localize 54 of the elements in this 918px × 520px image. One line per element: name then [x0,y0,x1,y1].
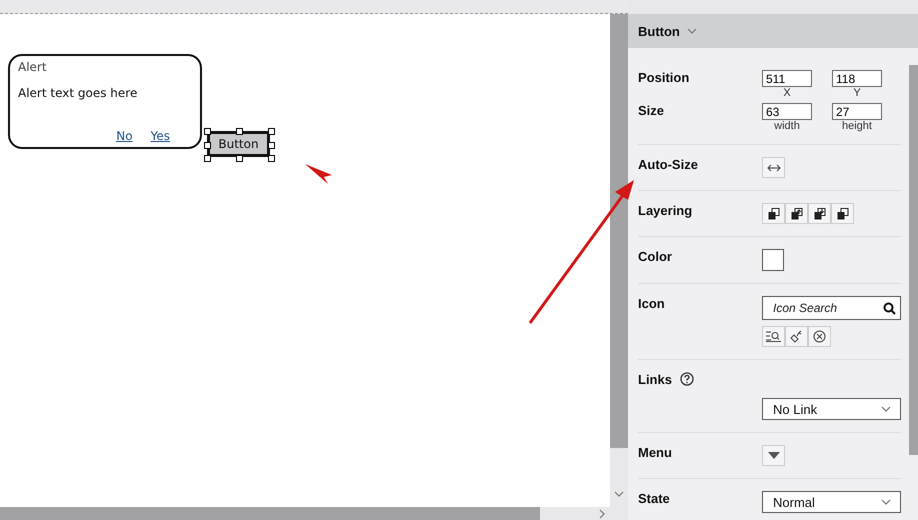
brush-icon [790,330,803,343]
color-swatch[interactable] [762,249,784,271]
resize-handle[interactable] [236,128,243,135]
property-label: Menu [638,445,672,460]
help-icon[interactable] [680,372,694,386]
field-caption: height [842,120,872,132]
circle-x-icon [813,330,826,343]
horizontal-scrollbar[interactable] [0,507,628,520]
alert-title: Alert [18,60,47,74]
number-field[interactable]: 118 [832,70,882,87]
number-field[interactable]: 27 [832,103,882,120]
property-label: Layering [638,203,692,218]
field-caption: width [774,120,800,132]
resize-handle[interactable] [236,155,243,162]
property-label: Position [638,70,690,85]
property-label: Icon [638,296,665,311]
alert-link[interactable]: No [116,129,133,143]
field-caption: X [783,87,791,99]
list-search-icon [766,331,781,342]
layer-order-button[interactable] [831,203,854,224]
panel-scrollbar[interactable] [909,65,918,455]
property-label: Size [638,103,664,118]
browse-icons-button[interactable] [762,326,785,347]
property-label: Links [638,372,672,387]
triangle-down-icon [768,452,780,459]
property-label: State [638,491,670,506]
field-caption: Y [853,87,861,99]
property-label: Auto-Size [638,157,698,172]
state-dropdown[interactable]: Normal [762,491,901,513]
search-icon [883,302,896,315]
alert-link[interactable]: Yes [150,129,170,143]
number-field[interactable]: 63 [762,103,812,120]
clear-icon-button[interactable] [808,326,831,347]
icon-search-field[interactable]: Icon Search [762,296,901,320]
alert-dialog[interactable]: Alert Alert text goes here No Yes [8,54,202,149]
link-dropdown[interactable]: No Link [762,398,901,420]
alert-message: Alert text goes here [18,86,138,100]
stacked-squares-icon [790,208,802,220]
stacked-squares-icon [836,208,848,220]
stacked-squares-icon [768,208,780,220]
menu-button[interactable] [762,445,785,466]
icon-style-button[interactable] [785,326,808,347]
number-field[interactable]: 511 [762,70,812,87]
stacked-squares-icon [814,208,826,220]
property-label: Color [638,249,672,264]
annotation-arrowhead [305,164,332,184]
layer-order-button[interactable] [762,203,785,224]
vertical-scrollbar[interactable] [610,14,628,507]
layer-order-button[interactable] [808,203,831,224]
double-arrow-icon [766,164,780,172]
layer-order-button[interactable] [785,203,808,224]
inspector-title: Button [638,24,680,38]
mockup-button[interactable]: Button [207,131,270,157]
auto-size-button[interactable] [762,157,785,178]
